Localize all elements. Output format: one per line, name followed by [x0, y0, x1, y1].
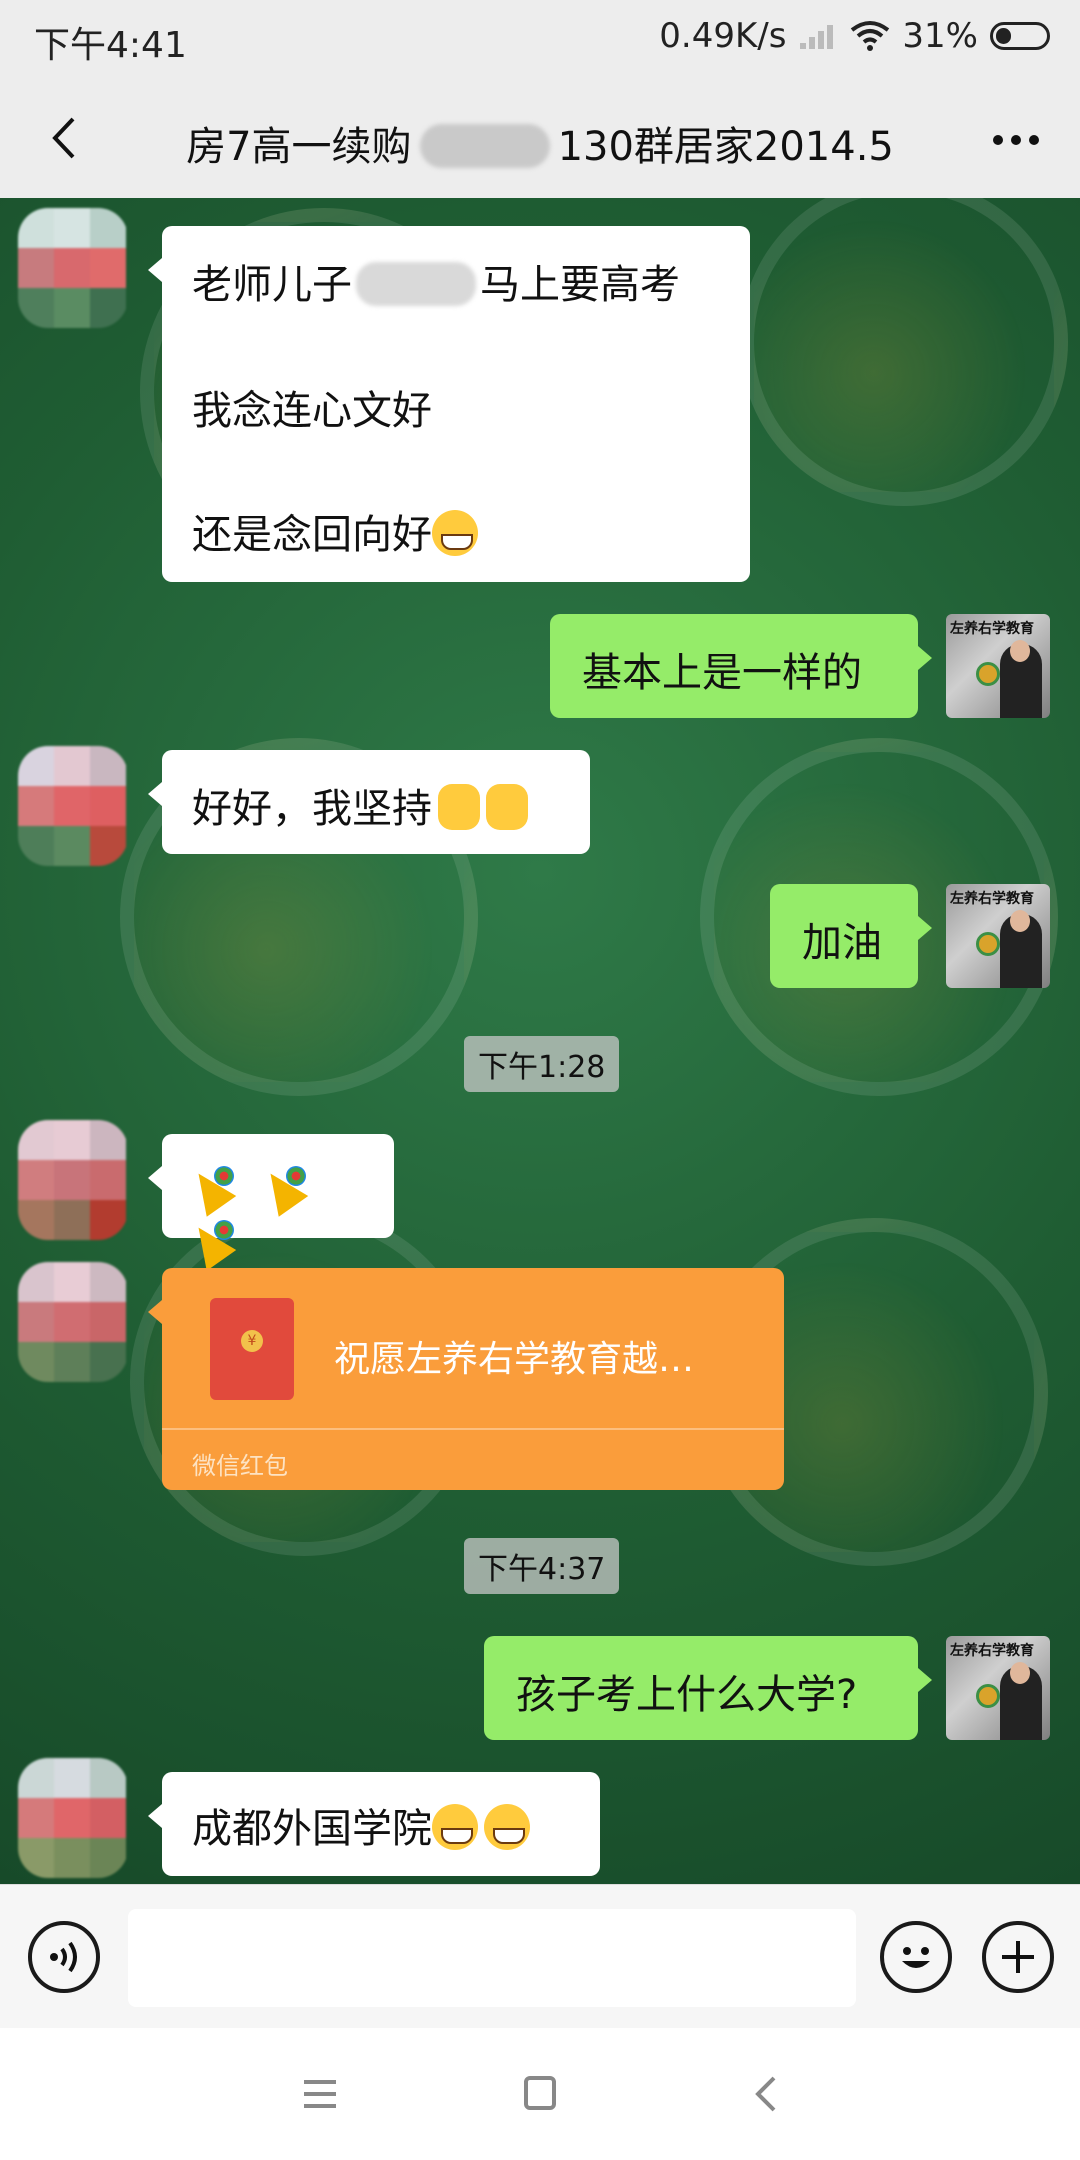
avatar[interactable] — [18, 746, 128, 866]
message-bubble[interactable] — [148, 1134, 394, 1240]
message-line: 还是念回向好 — [192, 502, 478, 560]
grin-emoji-icon — [432, 1804, 478, 1850]
fist-emoji-icon — [438, 784, 480, 830]
message-bubble[interactable]: 基本上是一样的 — [550, 614, 932, 718]
chat-header: 房7高一续购 130群居家2014.5 — [0, 80, 1080, 198]
redacted-blur — [419, 124, 550, 168]
face-icon — [1010, 1662, 1030, 1684]
battery-fill — [996, 28, 1011, 44]
input-bar — [0, 1884, 1080, 2029]
message-text: 好好，我坚持 — [192, 786, 432, 832]
status-time: 下午4:41 — [34, 25, 187, 66]
avatar[interactable] — [18, 1120, 128, 1240]
party-popper-icon — [258, 1158, 312, 1212]
emoji-icon — [902, 1947, 930, 1968]
red-packet[interactable]: ¥ 祝愿左养右学教育越… 微信红包 — [148, 1268, 784, 1490]
logo-icon — [976, 932, 1000, 956]
avatar-text: 左养右学教育 — [950, 621, 1034, 637]
chat-title-left: 房7高一续购 — [186, 124, 412, 170]
message-text: 成都外国学院 — [192, 1806, 432, 1852]
message-text: 加油 — [802, 920, 882, 966]
signal-icon — [800, 25, 834, 49]
status-right: 0.49K/s 31% — [659, 16, 1050, 56]
message-text: 基本上是一样的 — [582, 650, 862, 696]
avatar[interactable] — [18, 1758, 128, 1878]
message-input[interactable] — [128, 1909, 856, 2007]
my-avatar[interactable]: 左养右学教育 — [946, 1636, 1050, 1740]
face-icon — [1010, 910, 1030, 932]
plus-icon — [1002, 1941, 1034, 1973]
menu-icon — [304, 2080, 336, 2108]
party-popper-icon — [186, 1158, 240, 1212]
home-icon — [524, 2076, 556, 2110]
message-text: 孩子考上什么大学? — [516, 1672, 858, 1718]
battery-icon — [990, 22, 1050, 50]
redacted-blur — [356, 262, 476, 306]
avatar[interactable] — [18, 1262, 128, 1382]
logo-icon — [976, 1684, 1000, 1708]
fist-emoji-icon — [486, 784, 528, 830]
message-line: 老师儿子 马上要高考 — [192, 252, 680, 310]
coin-icon: ¥ — [241, 1330, 263, 1352]
message-bubble[interactable]: 孩子考上什么大学? — [484, 1636, 932, 1740]
timestamp: 下午4:37 — [464, 1538, 620, 1594]
plus-button[interactable] — [982, 1921, 1054, 1993]
system-nav-bar — [0, 2028, 1080, 2160]
battery-percent: 31% — [902, 16, 978, 56]
back-icon — [755, 2076, 776, 2112]
chat-area[interactable]: 老师儿子 马上要高考 我念连心文好 还是念回向好 基本上是一样的 左养右学教育 好… — [0, 198, 1080, 1884]
more-button[interactable] — [986, 110, 1046, 170]
message-bubble[interactable]: 加油 — [770, 884, 932, 988]
grin-emoji-icon — [432, 510, 478, 556]
avatar-text: 左养右学教育 — [950, 891, 1034, 907]
party-popper-icon — [186, 1212, 240, 1266]
red-packet-icon: ¥ — [210, 1298, 294, 1400]
message-bubble[interactable]: 成都外国学院 — [148, 1772, 600, 1876]
status-bar: 下午4:41 0.49K/s 31% — [0, 0, 1080, 80]
message-line: 我念连心文好 — [192, 388, 432, 434]
home-button[interactable] — [518, 2074, 562, 2114]
wifi-icon — [851, 21, 890, 51]
my-avatar[interactable]: 左养右学教育 — [946, 884, 1050, 988]
divider — [162, 1428, 784, 1430]
timestamp: 下午1:28 — [464, 1036, 620, 1092]
message-text: 还是念回向好 — [192, 512, 432, 558]
chat-title-right: 130群居家2014.5 — [557, 124, 894, 170]
my-avatar[interactable]: 左养右学教育 — [946, 614, 1050, 718]
menu-button[interactable] — [298, 2074, 342, 2114]
network-speed: 0.49K/s — [659, 16, 787, 56]
voice-button[interactable] — [28, 1921, 100, 1993]
voice-icon — [50, 1941, 77, 1973]
message-text: 马上要高考 — [480, 262, 680, 308]
red-packet-text: 祝愿左养右学教育越… — [334, 1339, 695, 1380]
back-nav-button[interactable] — [746, 2074, 790, 2114]
avatar[interactable] — [18, 208, 128, 328]
chat-title: 房7高一续购 130群居家2014.5 — [0, 114, 1080, 172]
avatar-text: 左养右学教育 — [950, 1643, 1034, 1659]
message-text: 老师儿子 — [192, 262, 352, 308]
grin-emoji-icon — [484, 1804, 530, 1850]
watermark-logo — [740, 198, 1068, 506]
face-icon — [1010, 640, 1030, 662]
logo-icon — [976, 662, 1000, 686]
message-bubble[interactable]: 老师儿子 马上要高考 我念连心文好 还是念回向好 — [148, 226, 750, 582]
emoji-button[interactable] — [880, 1921, 952, 1993]
message-bubble[interactable]: 好好，我坚持 — [148, 750, 590, 854]
red-packet-label: 微信红包 — [192, 1452, 288, 1480]
more-dots-icon — [993, 135, 1039, 145]
